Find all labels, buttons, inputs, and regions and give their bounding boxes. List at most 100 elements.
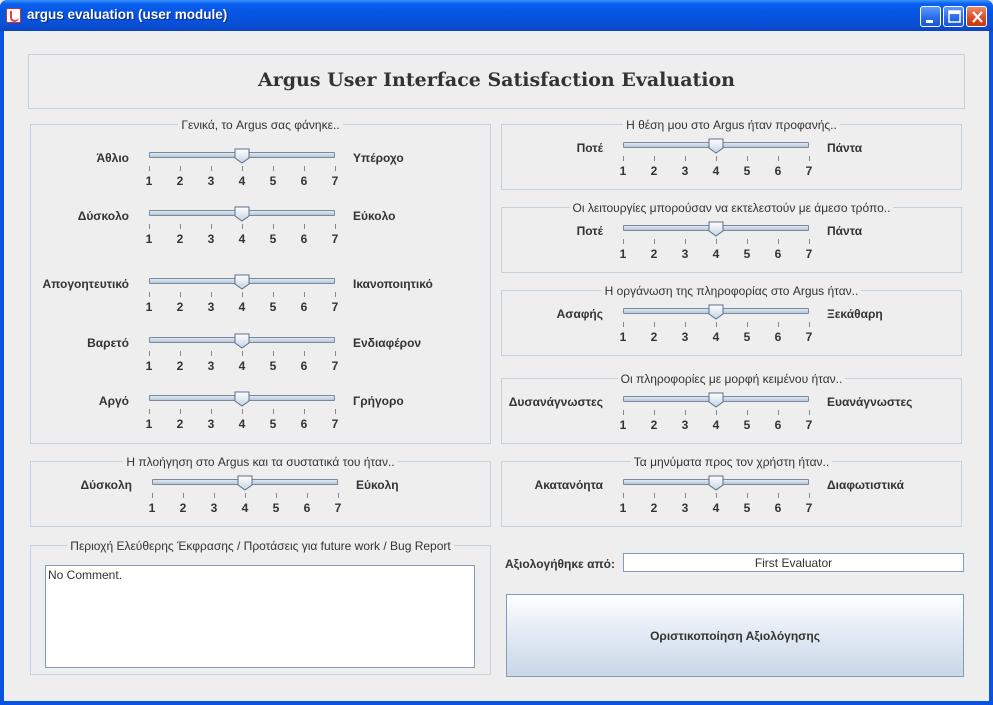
comments-group: Περιοχή Ελεύθερης Έκφρασης / Προτάσεις γ… [30,539,491,675]
group-legend: Περιοχή Ελεύθερης Έκφρασης / Προτάσεις γ… [67,539,454,553]
slider-right-label: Ξεκάθαρη [827,307,883,321]
tick-label: 5 [743,247,751,261]
tick-mark [747,493,748,498]
tick-mark [180,292,181,297]
tick-label: 4 [712,418,720,432]
tick-mark [242,292,243,297]
header-panel: Argus User Interface Satisfaction Evalua… [28,54,965,109]
slider-thumb[interactable] [708,475,724,491]
tick-label: 5 [269,359,277,373]
tick-label: 3 [681,418,689,432]
tick-mark [778,239,779,244]
tick-mark [623,156,624,161]
slider-left-label: Ποτέ [576,141,603,155]
tick-mark [654,410,655,415]
tick-label: 7 [805,501,813,515]
right-rating-row: Ασαφής 1 2 3 4 5 6 7 Ξεκάθαρη [4,304,989,344]
tick-mark [809,156,810,161]
slider-right-label: Ικανοποιητικό [353,277,433,291]
tick-label: 5 [743,501,751,515]
evaluator-field[interactable] [623,553,964,572]
slider-thumb[interactable] [708,392,724,408]
group-legend: Η θέση μου στο Argus ήταν προφανής.. [623,118,840,132]
tick-label: 4 [712,247,720,261]
page-title: Argus User Interface Satisfaction Evalua… [257,69,735,91]
tick-mark [685,239,686,244]
right-rating-row: Ακατανόητα 1 2 3 4 5 6 7 Διαφωτιστικά [4,475,989,515]
slider-right-label: Πάντα [827,224,863,238]
tick-label: 6 [774,164,782,178]
right-rating-row: Ποτέ 1 2 3 4 5 6 7 Πάντα [4,221,989,261]
maximize-button[interactable] [943,6,964,27]
java-cup-icon [6,8,21,23]
comment-textarea[interactable]: No Comment. [45,565,475,668]
tick-label: 1 [619,330,627,344]
finalize-evaluation-button[interactable]: Οριστικοποίηση Αξιολόγησης [506,594,964,677]
tick-label: 3 [681,247,689,261]
tick-mark [273,351,274,356]
tick-mark [747,239,748,244]
tick-label: 5 [743,164,751,178]
tick-label: 6 [774,247,782,261]
slider-ticks [149,292,336,300]
tick-mark [335,292,336,297]
slider-left-label: Ποτέ [576,224,603,238]
group-legend: Η πλοήγηση στο Argus και τα συστατικά το… [123,455,398,469]
tick-label: 4 [238,359,246,373]
tick-label: 2 [176,359,184,373]
tick-mark [685,493,686,498]
tick-mark [809,493,810,498]
tick-mark [809,322,810,327]
slider-ticks [623,493,810,501]
slider-thumb[interactable] [708,304,724,320]
tick-mark [304,292,305,297]
tick-label: 7 [805,247,813,261]
rating-slider[interactable]: 1 2 3 4 5 6 7 [620,138,812,178]
tick-mark [149,351,150,356]
tick-mark [778,322,779,327]
tick-mark [716,156,717,161]
tick-label: 3 [207,359,215,373]
rating-slider[interactable]: 1 2 3 4 5 6 7 [620,304,812,344]
slider-thumb[interactable] [234,274,250,290]
tick-mark [778,156,779,161]
tick-label: 3 [681,330,689,344]
group-legend: Γενικά, το Argus σας φάνηκε.. [178,118,343,132]
tick-label: 4 [712,164,720,178]
tick-label: 1 [619,247,627,261]
right-rating-row: Ποτέ 1 2 3 4 5 6 7 Πάντα [4,138,989,178]
tick-mark [335,351,336,356]
tick-mark [242,351,243,356]
tick-mark [747,156,748,161]
slider-ticks [623,322,810,330]
tick-label: 6 [774,501,782,515]
slider-left-label: Απογοητευτικό [42,277,129,291]
tick-mark [623,493,624,498]
slider-ticks [149,351,336,359]
rating-slider[interactable]: 1 2 3 4 5 6 7 [620,392,812,432]
slider-thumb[interactable] [708,221,724,237]
tick-mark [149,292,150,297]
title-bar[interactable]: argus evaluation (user module) [0,0,993,31]
tick-label: 7 [331,359,339,373]
tick-mark [623,410,624,415]
window-title: argus evaluation (user module) [27,7,228,22]
tick-mark [778,410,779,415]
tick-mark [778,493,779,498]
tick-label: 2 [650,501,658,515]
tick-mark [211,351,212,356]
window-content: Argus User Interface Satisfaction Evalua… [4,31,989,701]
close-button[interactable] [966,6,987,27]
tick-mark [716,239,717,244]
close-icon [972,11,983,23]
tick-mark [809,410,810,415]
slider-right-label: Διαφωτιστικά [827,478,904,492]
slider-thumb[interactable] [234,206,250,222]
rating-slider[interactable]: 1 2 3 4 5 6 7 [620,221,812,261]
maximize-icon [948,10,961,23]
minimize-button[interactable] [920,6,941,27]
slider-thumb[interactable] [708,138,724,154]
slider-left-label: Δυσανάγνωστες [508,395,603,409]
rating-slider[interactable]: 1 2 3 4 5 6 7 [620,475,812,515]
tick-mark [716,410,717,415]
